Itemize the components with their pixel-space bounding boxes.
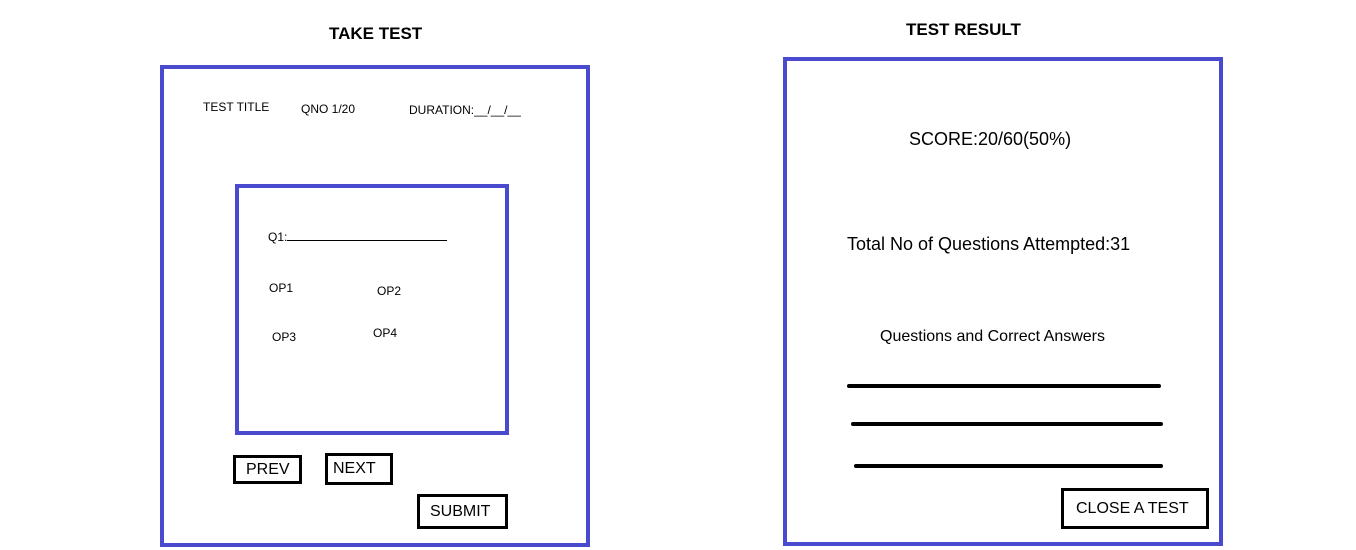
option-3[interactable]: OP3 <box>272 330 296 344</box>
test-title-label: TEST TITLE <box>203 100 270 114</box>
answers-heading: Questions and Correct Answers <box>880 328 1105 345</box>
answer-line-1 <box>847 384 1161 388</box>
submit-button[interactable]: SUBMIT <box>417 494 508 529</box>
attempted-text: Total No of Questions Attempted:31 <box>847 234 1131 254</box>
test-result-heading: TEST RESULT <box>906 20 1021 39</box>
question-box <box>235 184 509 435</box>
option-2[interactable]: OP2 <box>377 284 401 298</box>
score-text: SCORE:20/60(50%) <box>909 129 1072 149</box>
question-label: Q1: <box>268 230 288 244</box>
take-test-heading: TAKE TEST <box>329 24 423 43</box>
close-test-button[interactable]: CLOSE A TEST <box>1061 488 1209 529</box>
question-blank-line <box>287 228 448 241</box>
next-button[interactable]: NEXT <box>325 453 393 485</box>
question-text: Q1: <box>268 228 448 244</box>
prev-button[interactable]: PREV <box>233 455 302 484</box>
question-number-label: QNO 1/20 <box>301 102 356 116</box>
option-4[interactable]: OP4 <box>373 326 397 340</box>
answer-line-2 <box>851 422 1163 426</box>
option-1[interactable]: OP1 <box>269 281 293 295</box>
answer-line-3 <box>854 464 1163 468</box>
duration-label: DURATION:__/__/__ <box>409 103 521 117</box>
